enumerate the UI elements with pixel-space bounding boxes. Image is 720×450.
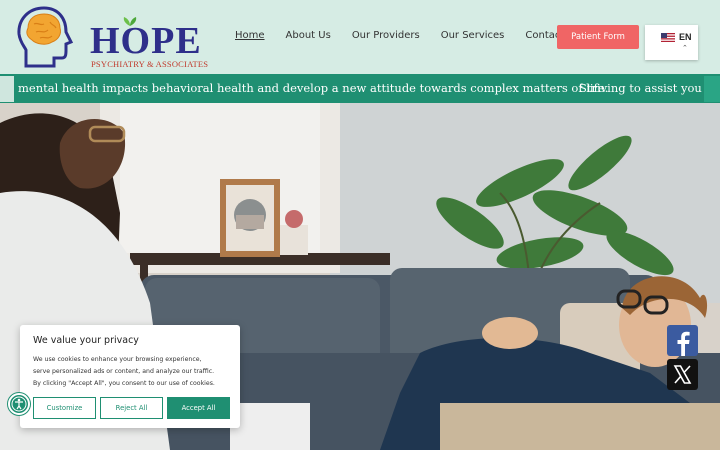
language-code: EN: [679, 32, 692, 42]
nav-our-services[interactable]: Our Services: [441, 30, 505, 41]
cookie-customize-button[interactable]: Customize: [33, 397, 96, 419]
patient-form-button[interactable]: Patient Form: [557, 25, 639, 49]
chevron-up-icon: ⌃: [682, 45, 688, 52]
cookie-consent-banner: We value your privacy We use cookies to …: [20, 325, 240, 428]
ticker-message: mental health impacts behavioral health …: [18, 81, 609, 95]
facebook-icon: [677, 331, 690, 356]
ticker-message-next: Striving to assist you in lea: [579, 81, 720, 95]
cookie-line-1: We use cookies to enhance your browsing …: [33, 356, 202, 363]
nav-about-us[interactable]: About Us: [286, 30, 331, 41]
cookie-line-3: By clicking "Accept All", you consent to…: [33, 380, 215, 387]
accessibility-button[interactable]: [8, 393, 30, 415]
cookie-actions: Customize Reject All Accept All: [33, 397, 230, 419]
ticker-right-edge: [704, 76, 720, 102]
cookie-accept-button[interactable]: Accept All: [167, 397, 230, 419]
cookie-line-2: serve personalized ads or content, and a…: [33, 368, 215, 375]
site-header: HOPE PSYCHIATRY & ASSOCIATES Home About …: [0, 0, 720, 74]
announcement-ticker: mental health impacts behavioral health …: [0, 74, 720, 103]
main-nav: Home About Us Our Providers Our Services…: [235, 30, 601, 41]
brand-logo[interactable]: HOPE PSYCHIATRY & ASSOCIATES: [14, 4, 208, 72]
nav-home[interactable]: Home: [235, 30, 265, 41]
cookie-description: We use cookies to enhance your browsing …: [33, 354, 227, 390]
ticker-left-edge: [0, 76, 14, 102]
nav-our-providers[interactable]: Our Providers: [352, 30, 420, 41]
brand-tagline: PSYCHIATRY & ASSOCIATES: [91, 59, 209, 69]
x-twitter-button[interactable]: [667, 359, 698, 390]
language-selector[interactable]: EN ⌃: [645, 25, 698, 60]
facebook-button[interactable]: [667, 325, 698, 356]
cookie-title: We value your privacy: [33, 335, 139, 346]
cookie-reject-button[interactable]: Reject All: [100, 397, 163, 419]
head-brain-icon: [17, 6, 74, 68]
accessibility-icon: [11, 396, 27, 412]
x-twitter-icon: [673, 365, 692, 384]
brand-name: HOPE: [90, 20, 202, 62]
us-flag-icon: [661, 33, 675, 42]
